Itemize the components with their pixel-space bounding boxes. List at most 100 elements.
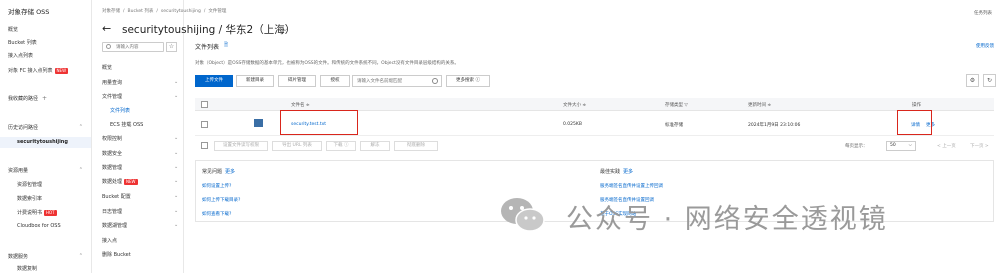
fragment-manage-button[interactable]: 碎片管理 — [278, 75, 316, 87]
nav-item-favorites[interactable]: 我收藏的路径 + — [8, 95, 47, 102]
per-page-select[interactable]: 50 ⌵ — [886, 141, 916, 151]
sec-nav-item[interactable]: 日志管理 — [102, 208, 122, 215]
chevron-up-icon[interactable]: ⌃ — [79, 253, 83, 259]
prev-page-button[interactable]: < 上一页 — [937, 143, 956, 149]
menu-search-input[interactable] — [116, 44, 162, 51]
chevron-down-icon[interactable]: ⌄ — [174, 150, 178, 156]
menu-search-box[interactable] — [102, 42, 164, 52]
download-button[interactable]: 下载 ⓘ — [326, 141, 356, 151]
more-search-button[interactable]: 更多搜索 ⓘ — [446, 75, 490, 87]
sec-nav-item-label: ECS 挂载 OSS — [110, 122, 144, 128]
chevron-down-icon[interactable]: ⌵ — [282, 24, 288, 34]
chevron-down-icon[interactable]: ⌄ — [174, 135, 178, 141]
description-text: 对象（Object）是OSS存储数据的基本单元，也被称为OSS的文件。和传统的文… — [195, 61, 459, 66]
sec-nav-item[interactable]: 数据湖管理 — [102, 222, 127, 229]
breadcrumb-separator: / — [123, 9, 125, 14]
nav-item-data-replication[interactable]: 数据复制 — [17, 265, 37, 272]
nav-item-data-index[interactable]: 数据索引率 — [17, 195, 42, 202]
sec-nav-item[interactable]: 文件列表 — [110, 107, 130, 114]
chevron-down-icon[interactable]: ⌄ — [174, 93, 178, 99]
column-header-size[interactable]: 文件大小 ≑ — [563, 102, 586, 108]
sec-nav-item[interactable]: Bucket 配置 — [102, 193, 131, 200]
nav-item-billing[interactable]: 计费说明书 HOT — [17, 209, 57, 216]
sec-nav-item[interactable]: 数据管理 — [102, 164, 122, 171]
column-header-storage[interactable]: 存储类型 ▽ — [665, 102, 688, 108]
sec-nav-item[interactable]: 概览 — [102, 64, 112, 71]
sec-nav-item[interactable]: 删除 Bucket — [102, 251, 131, 258]
column-header-updated[interactable]: 更新时间 ≑ — [748, 102, 771, 108]
new-badge: NEW — [54, 68, 69, 74]
chevron-down-icon: ⌵ — [908, 143, 912, 148]
best-practice-link[interactable]: 服务端签名直传并设置上传回调 — [600, 183, 663, 189]
doc-icon[interactable]: 🗎 — [224, 42, 228, 50]
sec-nav-item-label: 权限控制 — [102, 136, 123, 142]
sec-nav-item[interactable]: 文件管理 — [102, 93, 122, 100]
back-arrow-icon[interactable]: ← — [102, 22, 111, 35]
column-header-name[interactable]: 文件名 ≑ — [291, 102, 310, 108]
delete-permanently-button[interactable]: 彻底删除 — [394, 141, 438, 151]
authorize-button[interactable]: 授权 — [320, 75, 350, 87]
select-all-checkbox[interactable] — [201, 101, 208, 108]
chevron-down-icon[interactable]: ⌄ — [174, 208, 178, 214]
faq-link[interactable]: 如何设置上传? — [202, 183, 231, 189]
star-icon[interactable]: ☆ — [166, 42, 177, 52]
feedback-link[interactable]: 使用反馈 — [976, 43, 994, 49]
nav-item-overview[interactable]: 概览 — [8, 26, 18, 33]
unfreeze-button[interactable]: 解冻 — [360, 141, 390, 151]
bulk-select-checkbox[interactable] — [201, 142, 208, 149]
settings-icon[interactable]: ⚙ — [966, 74, 979, 87]
sec-nav-item[interactable]: 数据处理 NEW — [102, 178, 138, 185]
highlight-box — [280, 110, 358, 135]
breadcrumb-item: 文件管理 — [208, 9, 227, 14]
bulk-acl-button[interactable]: 设置文件读写权限 — [214, 141, 268, 151]
chevron-up-icon[interactable]: ⌃ — [79, 167, 83, 173]
chevron-down-icon[interactable]: ⌄ — [174, 178, 178, 184]
nav-item-cloudbox[interactable]: Cloudbox for OSS — [17, 223, 61, 229]
nav-item-bucket-list[interactable]: Bucket 列表 — [8, 39, 37, 46]
highlight-box — [897, 110, 932, 135]
storage-type: 标准存储 — [665, 123, 683, 128]
breadcrumb-item[interactable]: Bucket 列表 — [128, 9, 154, 14]
sec-nav-item-label: 数据湖管理 — [102, 223, 128, 229]
chevron-down-icon[interactable]: ⌄ — [174, 222, 178, 228]
upload-button[interactable]: 上传文件 — [195, 75, 233, 87]
nav-item-fc-access-points[interactable]: 对象 FC 接入点列表 NEW — [8, 67, 69, 74]
sec-nav-item-label: Bucket 配置 — [102, 194, 131, 200]
sec-nav-item[interactable]: 权限控制 — [102, 135, 122, 142]
sec-nav-item[interactable]: 数据安全 — [102, 150, 122, 157]
sec-nav-item[interactable]: 接入点 — [102, 237, 117, 244]
faq-link[interactable]: 如何查看下载? — [202, 211, 231, 217]
next-page-button[interactable]: 下一页 > — [970, 143, 989, 149]
new-directory-button[interactable]: 新建目录 — [236, 75, 274, 87]
chevron-up-icon[interactable]: ⌃ — [79, 124, 83, 130]
nav-item-history-bucket[interactable]: securitytoushijing — [0, 137, 91, 148]
search-icon[interactable] — [432, 78, 438, 84]
row-checkbox[interactable] — [201, 121, 208, 128]
nav-data-service-heading: 数据服务 — [8, 254, 29, 260]
faq-more-link[interactable]: 更多 — [225, 169, 235, 175]
favorites-label: 我收藏的路径 — [8, 96, 39, 102]
nav-item-resource-pack[interactable]: 资源包管理 — [17, 181, 42, 188]
wechat-logo-icon — [501, 198, 545, 232]
export-url-button[interactable]: 导出 URL 列表 — [272, 141, 322, 151]
task-list-link[interactable]: 任务列表 — [974, 10, 992, 16]
nav-item-label: 对象 FC 接入点列表 — [8, 68, 53, 74]
hot-badge: HOT — [44, 210, 57, 216]
best-practice-more-link[interactable]: 更多 — [623, 169, 633, 175]
file-search-box[interactable] — [352, 75, 442, 87]
breadcrumb-item[interactable]: securitytoushijing — [161, 9, 201, 14]
sec-nav-item[interactable]: 用量查询 — [102, 79, 122, 86]
add-icon[interactable]: + — [42, 95, 47, 102]
file-search-input[interactable] — [357, 78, 427, 85]
breadcrumb-item[interactable]: 对象存储 — [102, 9, 120, 14]
sec-nav-item-label: 文件列表 — [110, 108, 131, 114]
refresh-icon[interactable]: ↻ — [983, 74, 996, 87]
chevron-down-icon[interactable]: ⌄ — [174, 164, 178, 170]
sec-nav-item[interactable]: ECS 挂载 OSS — [110, 121, 143, 128]
chevron-down-icon[interactable]: ⌄ — [174, 79, 178, 85]
bucket-title: securitytoushijing / 华东2（上海） — [122, 24, 296, 36]
faq-link[interactable]: 如何上传下载目录? — [202, 197, 240, 203]
chevron-down-icon[interactable]: ⌄ — [174, 193, 178, 199]
nav-item-access-points[interactable]: 接入点列表 — [8, 52, 33, 59]
nav-item-label: 计费说明书 — [17, 210, 43, 216]
